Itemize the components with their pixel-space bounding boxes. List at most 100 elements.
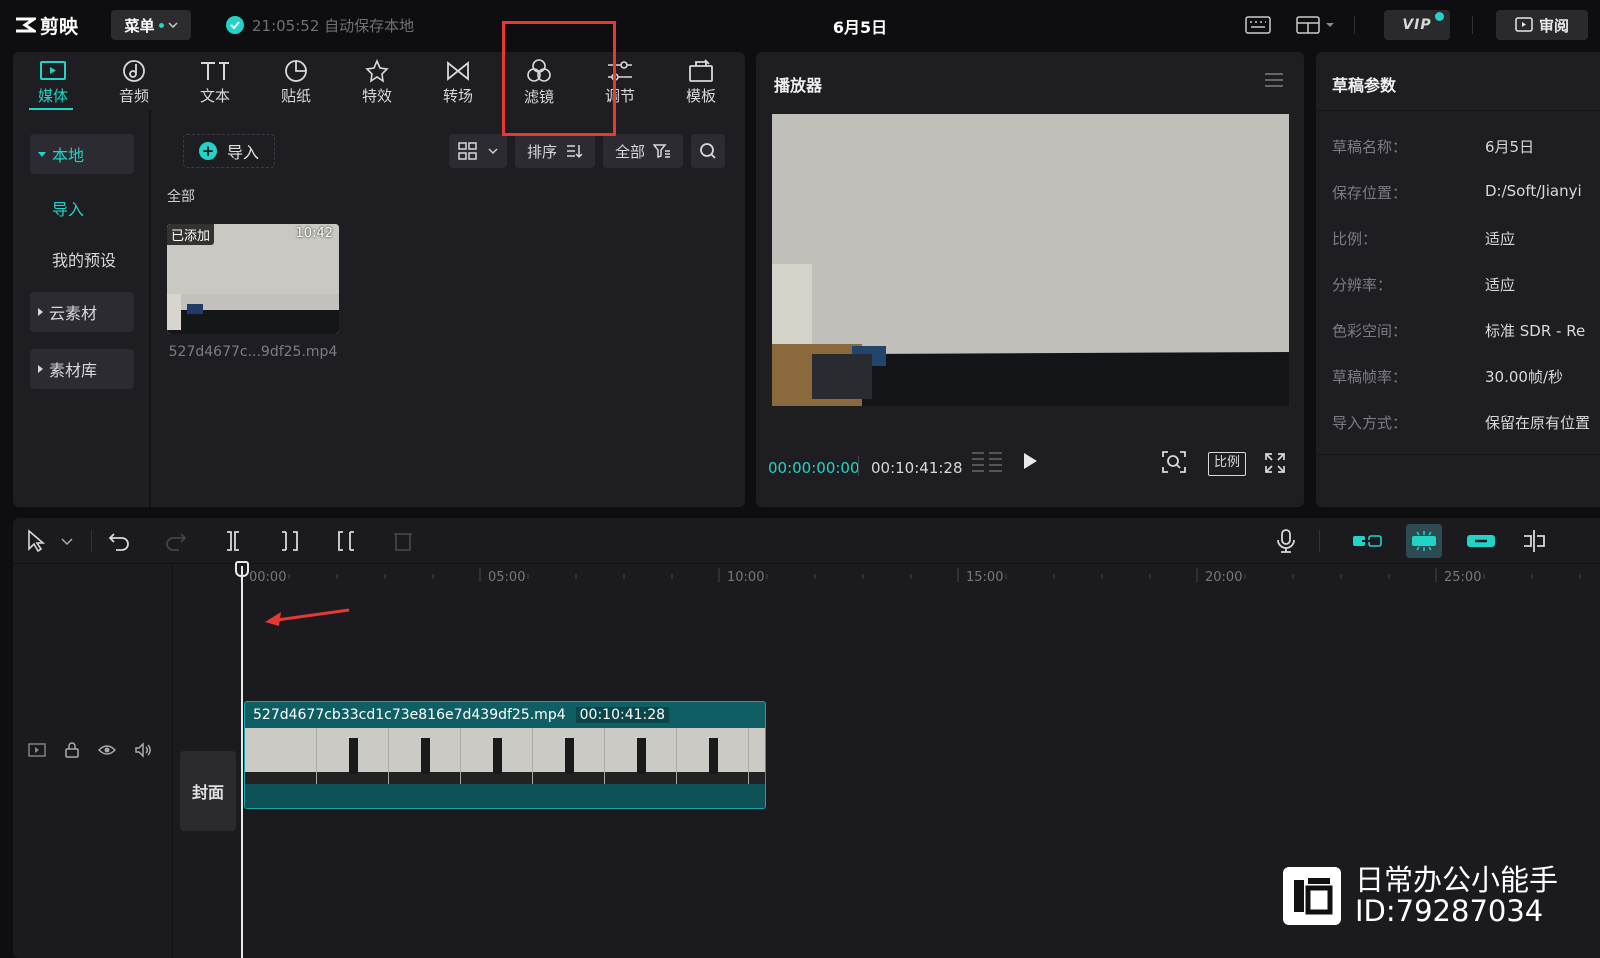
keyboard-shortcuts-icon[interactable] (1243, 12, 1273, 38)
tab-text[interactable]: 文本 (179, 56, 251, 108)
aspect-ratio-button[interactable]: 比例 (1208, 452, 1246, 476)
split-icon[interactable] (220, 528, 246, 554)
speaker-icon[interactable] (134, 742, 152, 758)
params-title: 草稿参数 (1332, 76, 1397, 95)
film-frame (749, 728, 765, 784)
arrow-annotation-icon (265, 608, 350, 626)
zoom-fit-icon[interactable] (1161, 450, 1187, 474)
media-thumbnail[interactable]: 已添加 10:42 (167, 224, 339, 334)
audio-icon (123, 59, 145, 82)
chevron-down-icon[interactable] (61, 538, 73, 546)
param-label: 导入方式： (1332, 414, 1408, 432)
funnel-icon (653, 144, 670, 159)
snap-button[interactable] (1406, 524, 1442, 558)
eye-icon[interactable] (98, 742, 116, 758)
tab-sticker-label: 贴纸 (280, 86, 311, 105)
timeline-toolbar (13, 518, 1600, 564)
import-button[interactable]: + 导入 (183, 134, 275, 168)
redo-icon[interactable] (163, 528, 189, 554)
menu-notification-dot (158, 22, 164, 28)
clip-filename: 527d4677cb33cd1c73e816e7d439df25.mp4 (253, 707, 566, 723)
template-icon (689, 58, 713, 82)
capcut-logo-icon (16, 17, 36, 33)
video-preview-image (772, 114, 1289, 406)
nav-cloud-label: 云素材 (49, 304, 98, 323)
lock-icon[interactable] (64, 742, 80, 758)
timeline-grid-icon[interactable] (971, 450, 1003, 472)
search-button[interactable] (691, 134, 725, 168)
play-icon[interactable] (1022, 452, 1038, 470)
fullscreen-icon[interactable] (1264, 452, 1286, 474)
tab-template-label: 模板 (685, 86, 716, 105)
trim-left-icon[interactable] (277, 528, 303, 554)
sticker-icon (285, 59, 307, 82)
param-value: 6月5日 (1485, 138, 1535, 156)
vip-button[interactable]: VIP (1384, 10, 1450, 40)
undo-icon[interactable] (106, 528, 132, 554)
sort-label: 排序 (526, 142, 557, 161)
nav-cloud[interactable]: 云素材 (30, 292, 134, 332)
divider (1316, 454, 1600, 455)
added-badge: 已添加 (167, 224, 215, 245)
film-frame (461, 728, 533, 784)
auto-link-button[interactable] (1463, 526, 1499, 556)
sort-button[interactable]: 排序 (515, 134, 595, 168)
import-button-label: 导入 (226, 143, 259, 162)
media-panel: 媒体 音频 文本 贴纸 特效 转场 滤镜 调节 模板 本地 导入 我的预设 云素… (13, 52, 745, 507)
nav-import[interactable]: 导入 (30, 188, 134, 228)
draft-params-panel: 草稿参数 草稿名称： 6月5日 保存位置： D:/Soft/Jianyi 比例：… (1316, 52, 1600, 507)
tab-template[interactable]: 模板 (665, 56, 737, 108)
trim-right-icon[interactable] (333, 528, 359, 554)
delete-icon[interactable] (390, 528, 416, 554)
nav-library[interactable]: 素材库 (30, 349, 134, 389)
param-value: 标准 SDR - Re (1485, 322, 1586, 340)
tab-media[interactable]: 媒体 (17, 56, 89, 108)
playhead[interactable] (241, 566, 243, 958)
select-cursor-icon[interactable] (23, 528, 49, 554)
nav-presets[interactable]: 我的预设 (30, 239, 134, 279)
ruler-label: 10:00 (727, 570, 765, 585)
tab-media-label: 媒体 (37, 86, 68, 105)
tab-sticker[interactable]: 贴纸 (260, 56, 332, 108)
chevron-down-icon (488, 148, 498, 154)
main-track-link-icon (1353, 535, 1382, 547)
link-main-track-button[interactable] (1349, 526, 1385, 556)
tab-transition-label: 转场 (442, 86, 473, 105)
divider (91, 530, 92, 552)
tab-effects[interactable]: 特效 (341, 56, 413, 108)
clip-filmstrip (245, 728, 765, 784)
param-label: 比例： (1332, 230, 1378, 248)
video-track-icon[interactable] (28, 742, 46, 758)
tab-transition[interactable]: 转场 (422, 56, 494, 108)
ruler-label: 25:00 (1444, 570, 1482, 585)
grid-view-icon (458, 142, 477, 160)
microphone-icon[interactable] (1273, 528, 1299, 554)
total-timecode: 00:10:41:28 (871, 459, 963, 477)
param-label: 草稿帧率： (1332, 368, 1408, 386)
cover-button[interactable]: 封面 (180, 751, 236, 831)
view-mode-button[interactable] (449, 134, 507, 168)
highlight-box (502, 21, 616, 136)
clip-duration: 00:10:41:28 (575, 707, 670, 723)
plus-icon: + (198, 142, 217, 160)
timecode-divider (858, 456, 859, 476)
filter-all-button[interactable]: 全部 (603, 134, 683, 168)
param-value: D:/Soft/Jianyi (1485, 182, 1582, 200)
review-button[interactable]: 审阅 (1496, 10, 1588, 40)
track-controls (28, 742, 152, 758)
timeline-ruler[interactable] (173, 564, 1600, 584)
ruler-label: 00:00 (249, 570, 287, 585)
menu-button[interactable]: 菜单 (111, 10, 191, 40)
caret-right-icon (38, 365, 43, 373)
hamburger-menu-icon[interactable] (1264, 72, 1284, 88)
video-preview[interactable] (772, 114, 1289, 406)
preview-axis-icon[interactable] (1521, 528, 1547, 554)
tab-audio[interactable]: 音频 (98, 56, 170, 108)
watermark-line2: ID:79287034 (1355, 894, 1544, 928)
track-header-column (13, 564, 173, 958)
video-clip[interactable]: 527d4677cb33cd1c73e816e7d439df25.mp4 00:… (244, 701, 766, 809)
caret-right-icon (38, 308, 43, 316)
sort-icon (567, 145, 583, 159)
layout-menu-icon[interactable] (1293, 12, 1339, 38)
nav-local[interactable]: 本地 (30, 134, 134, 174)
